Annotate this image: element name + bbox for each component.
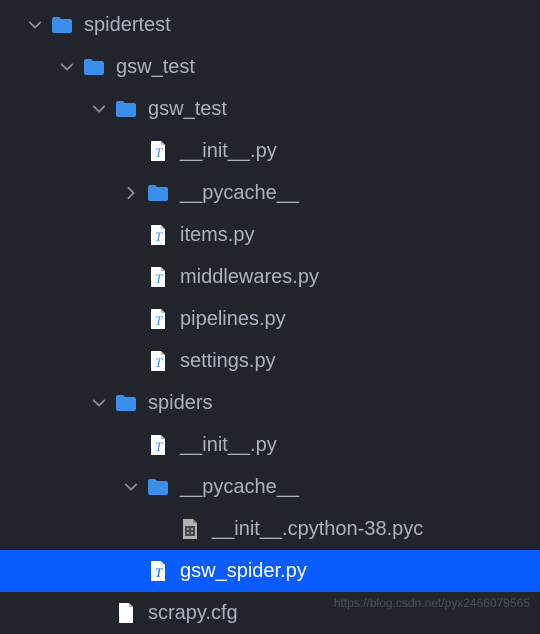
folder-icon bbox=[146, 181, 170, 205]
tree-item-label: spidertest bbox=[84, 14, 171, 37]
tree-item-label: items.py bbox=[180, 224, 254, 247]
python-file-icon bbox=[146, 265, 170, 289]
tree-item-label: __pycache__ bbox=[180, 476, 299, 499]
tree-row-gsw_spider[interactable]: gsw_spider.py bbox=[0, 550, 540, 592]
chevron-down-icon[interactable] bbox=[24, 14, 46, 36]
tree-row-pipelines[interactable]: pipelines.py bbox=[0, 298, 540, 340]
tree-item-label: gsw_test bbox=[148, 98, 227, 121]
watermark-text: https://blog.csdn.net/pyx2466079565 bbox=[334, 596, 530, 610]
folder-icon bbox=[82, 55, 106, 79]
tree-item-label: spiders bbox=[148, 392, 212, 415]
chevron-placeholder bbox=[120, 560, 142, 582]
tree-row-initcpython[interactable]: __init__.cpython-38.pyc bbox=[0, 508, 540, 550]
python-file-icon bbox=[146, 559, 170, 583]
tree-item-label: pipelines.py bbox=[180, 308, 286, 331]
tree-row-init2[interactable]: __init__.py bbox=[0, 424, 540, 466]
chevron-placeholder bbox=[120, 224, 142, 246]
python-file-icon bbox=[146, 349, 170, 373]
tree-item-label: gsw_spider.py bbox=[180, 560, 307, 583]
folder-icon bbox=[50, 13, 74, 37]
chevron-down-icon[interactable] bbox=[88, 98, 110, 120]
tree-row-pycache2[interactable]: __pycache__ bbox=[0, 466, 540, 508]
folder-icon bbox=[114, 97, 138, 121]
tree-item-label: middlewares.py bbox=[180, 266, 319, 289]
chevron-placeholder bbox=[152, 518, 174, 540]
python-file-icon bbox=[146, 223, 170, 247]
tree-row-middlewares[interactable]: middlewares.py bbox=[0, 256, 540, 298]
tree-row-items[interactable]: items.py bbox=[0, 214, 540, 256]
tree-item-label: __init__.py bbox=[180, 140, 277, 163]
tree-row-init1[interactable]: __init__.py bbox=[0, 130, 540, 172]
chevron-placeholder bbox=[120, 308, 142, 330]
chevron-down-icon[interactable] bbox=[56, 56, 78, 78]
tree-row-gsw_test_outer[interactable]: gsw_test bbox=[0, 46, 540, 88]
tree-item-label: scrapy.cfg bbox=[148, 602, 238, 625]
chevron-down-icon[interactable] bbox=[120, 476, 142, 498]
chevron-right-icon[interactable] bbox=[120, 182, 142, 204]
tree-row-spidertest[interactable]: spidertest bbox=[0, 4, 540, 46]
tree-item-label: __init__.py bbox=[180, 434, 277, 457]
chevron-placeholder bbox=[120, 350, 142, 372]
folder-icon bbox=[146, 475, 170, 499]
binary-file-icon bbox=[178, 517, 202, 541]
tree-row-settings[interactable]: settings.py bbox=[0, 340, 540, 382]
chevron-placeholder bbox=[120, 434, 142, 456]
file-icon bbox=[114, 601, 138, 625]
chevron-placeholder bbox=[120, 266, 142, 288]
chevron-placeholder bbox=[120, 140, 142, 162]
chevron-placeholder bbox=[88, 602, 110, 624]
tree-item-label: gsw_test bbox=[116, 56, 195, 79]
tree-item-label: __pycache__ bbox=[180, 182, 299, 205]
file-tree: spidertest gsw_test gsw_test __init__.py __p… bbox=[0, 0, 540, 634]
python-file-icon bbox=[146, 433, 170, 457]
tree-item-label: settings.py bbox=[180, 350, 276, 373]
python-file-icon bbox=[146, 307, 170, 331]
python-file-icon bbox=[146, 139, 170, 163]
tree-row-spiders[interactable]: spiders bbox=[0, 382, 540, 424]
chevron-down-icon[interactable] bbox=[88, 392, 110, 414]
tree-row-pycache1[interactable]: __pycache__ bbox=[0, 172, 540, 214]
tree-row-gsw_test_inner[interactable]: gsw_test bbox=[0, 88, 540, 130]
tree-item-label: __init__.cpython-38.pyc bbox=[212, 518, 423, 541]
folder-icon bbox=[114, 391, 138, 415]
